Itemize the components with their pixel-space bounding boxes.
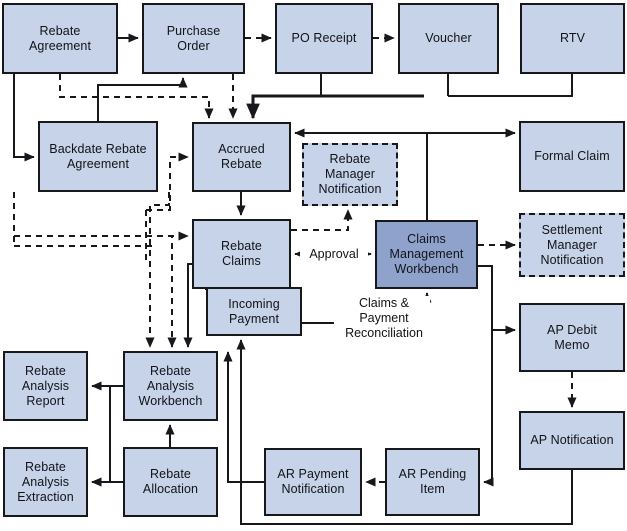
node-ap-debit-memo-label: AP Debit Memo bbox=[547, 322, 597, 352]
node-po-receipt-label: PO Receipt bbox=[291, 31, 357, 45]
node-ap-notification-label: AP Notification bbox=[530, 433, 614, 447]
node-rebate-allocation-label: Rebate Allocation bbox=[142, 467, 199, 496]
node-ar-payment-notification-label: AR Payment Notification bbox=[277, 467, 349, 496]
node-purchase-order[interactable]: Purchase Order bbox=[142, 3, 245, 74]
edge-cmw-to-ar-pending-item bbox=[483, 330, 494, 487]
node-formal-claim-label: Formal Claim bbox=[534, 149, 610, 163]
node-rebate-analysis-extraction[interactable]: Rebate Analysis Extraction bbox=[3, 447, 88, 517]
node-settlement-manager-notification-label: Settlement Manager Notification bbox=[540, 222, 604, 267]
node-ap-notification[interactable]: AP Notification bbox=[519, 411, 625, 470]
node-incoming-payment[interactable]: Incoming Payment bbox=[206, 287, 302, 336]
node-rebate-manager-notification[interactable]: Rebate Manager Notification bbox=[302, 143, 398, 206]
node-backdate-rebate-agreement-label: Backdate Rebate Agreement bbox=[49, 141, 147, 171]
node-rtv-label: RTV bbox=[559, 31, 586, 45]
edge-ar-payment-notification-to-incoming-payment bbox=[223, 351, 264, 483]
node-rebate-analysis-report[interactable]: Rebate Analysis Report bbox=[3, 351, 88, 421]
node-ap-debit-memo[interactable]: AP Debit Memo bbox=[519, 303, 625, 372]
node-rtv[interactable]: RTV bbox=[520, 3, 625, 74]
edge-cmw-to-ap-debit-memo bbox=[478, 265, 516, 335]
edge-merge-to-accrued-rebate bbox=[246, 94, 424, 120]
node-voucher[interactable]: Voucher bbox=[398, 3, 499, 74]
node-accrued-rebate-label: Accrued Rebate bbox=[218, 142, 265, 171]
node-ar-pending-item-label: AR Pending Item bbox=[398, 467, 467, 496]
node-formal-claim[interactable]: Formal Claim bbox=[519, 121, 625, 192]
node-backdate-rebate-agreement[interactable]: Backdate Rebate Agreement bbox=[38, 121, 158, 192]
flowchart-diagram: Incoming Payment Rebate Agreement Purcha… bbox=[0, 0, 627, 531]
node-accrued-rebate[interactable]: Accrued Rebate bbox=[192, 122, 291, 192]
node-po-receipt[interactable]: PO Receipt bbox=[275, 3, 373, 74]
edge-backdate-to-purchase-order bbox=[97, 77, 188, 121]
edge-label-approval: Approval bbox=[300, 247, 368, 262]
node-rebate-analysis-workbench-label: Rebate Analysis Workbench bbox=[138, 363, 203, 408]
node-claims-management-workbench[interactable]: Claims Management Workbench bbox=[375, 220, 478, 289]
node-rebate-analysis-workbench[interactable]: Rebate Analysis Workbench bbox=[123, 351, 218, 421]
node-rebate-analysis-report-label: Rebate Analysis Report bbox=[21, 363, 70, 408]
node-rebate-manager-notification-label: Rebate Manager Notification bbox=[318, 152, 382, 196]
edge-rtv-to-accrued-rebate bbox=[448, 74, 573, 97]
node-settlement-manager-notification[interactable]: Settlement Manager Notification bbox=[519, 213, 625, 277]
node-rebate-agreement[interactable]: Rebate Agreement bbox=[2, 3, 118, 74]
node-claims-management-workbench-label: Claims Management Workbench bbox=[389, 232, 464, 276]
node-rebate-allocation[interactable]: Rebate Allocation bbox=[123, 447, 218, 517]
node-ar-payment-notification[interactable]: AR Payment Notification bbox=[264, 448, 362, 516]
edge-left-rail-to-rebate-claims bbox=[14, 235, 177, 348]
edge-raw-rail-to-extraction bbox=[91, 386, 111, 487]
node-rebate-analysis-extraction-label: Rebate Analysis Extraction bbox=[17, 459, 74, 504]
edge-rebate-agreement-to-backdate bbox=[13, 74, 35, 162]
node-voucher-label: Voucher bbox=[425, 31, 472, 45]
node-rebate-agreement-label: Rebate Agreement bbox=[28, 23, 92, 53]
node-rebate-claims-label: Rebate Claims bbox=[221, 239, 262, 268]
edge-accrued-rebate-to-rebate-analysis-workbench bbox=[145, 192, 170, 348]
edge-label-claims-payment-reconciliation: Claims & Payment Reconciliation bbox=[338, 296, 430, 341]
edge-rebate-agreement-to-accrued-rebate bbox=[59, 74, 214, 119]
node-ar-pending-item[interactable]: AR Pending Item bbox=[385, 448, 480, 516]
node-incoming-payment-label: Incoming Payment bbox=[228, 296, 280, 326]
edge-po-receipt-to-accrued-rebate bbox=[320, 74, 424, 97]
node-rebate-claims[interactable]: Rebate Claims bbox=[192, 219, 291, 289]
edge-rebate-claims-to-rebate-manager-notification bbox=[291, 209, 353, 231]
node-purchase-order-label: Purchase Order bbox=[166, 23, 221, 53]
